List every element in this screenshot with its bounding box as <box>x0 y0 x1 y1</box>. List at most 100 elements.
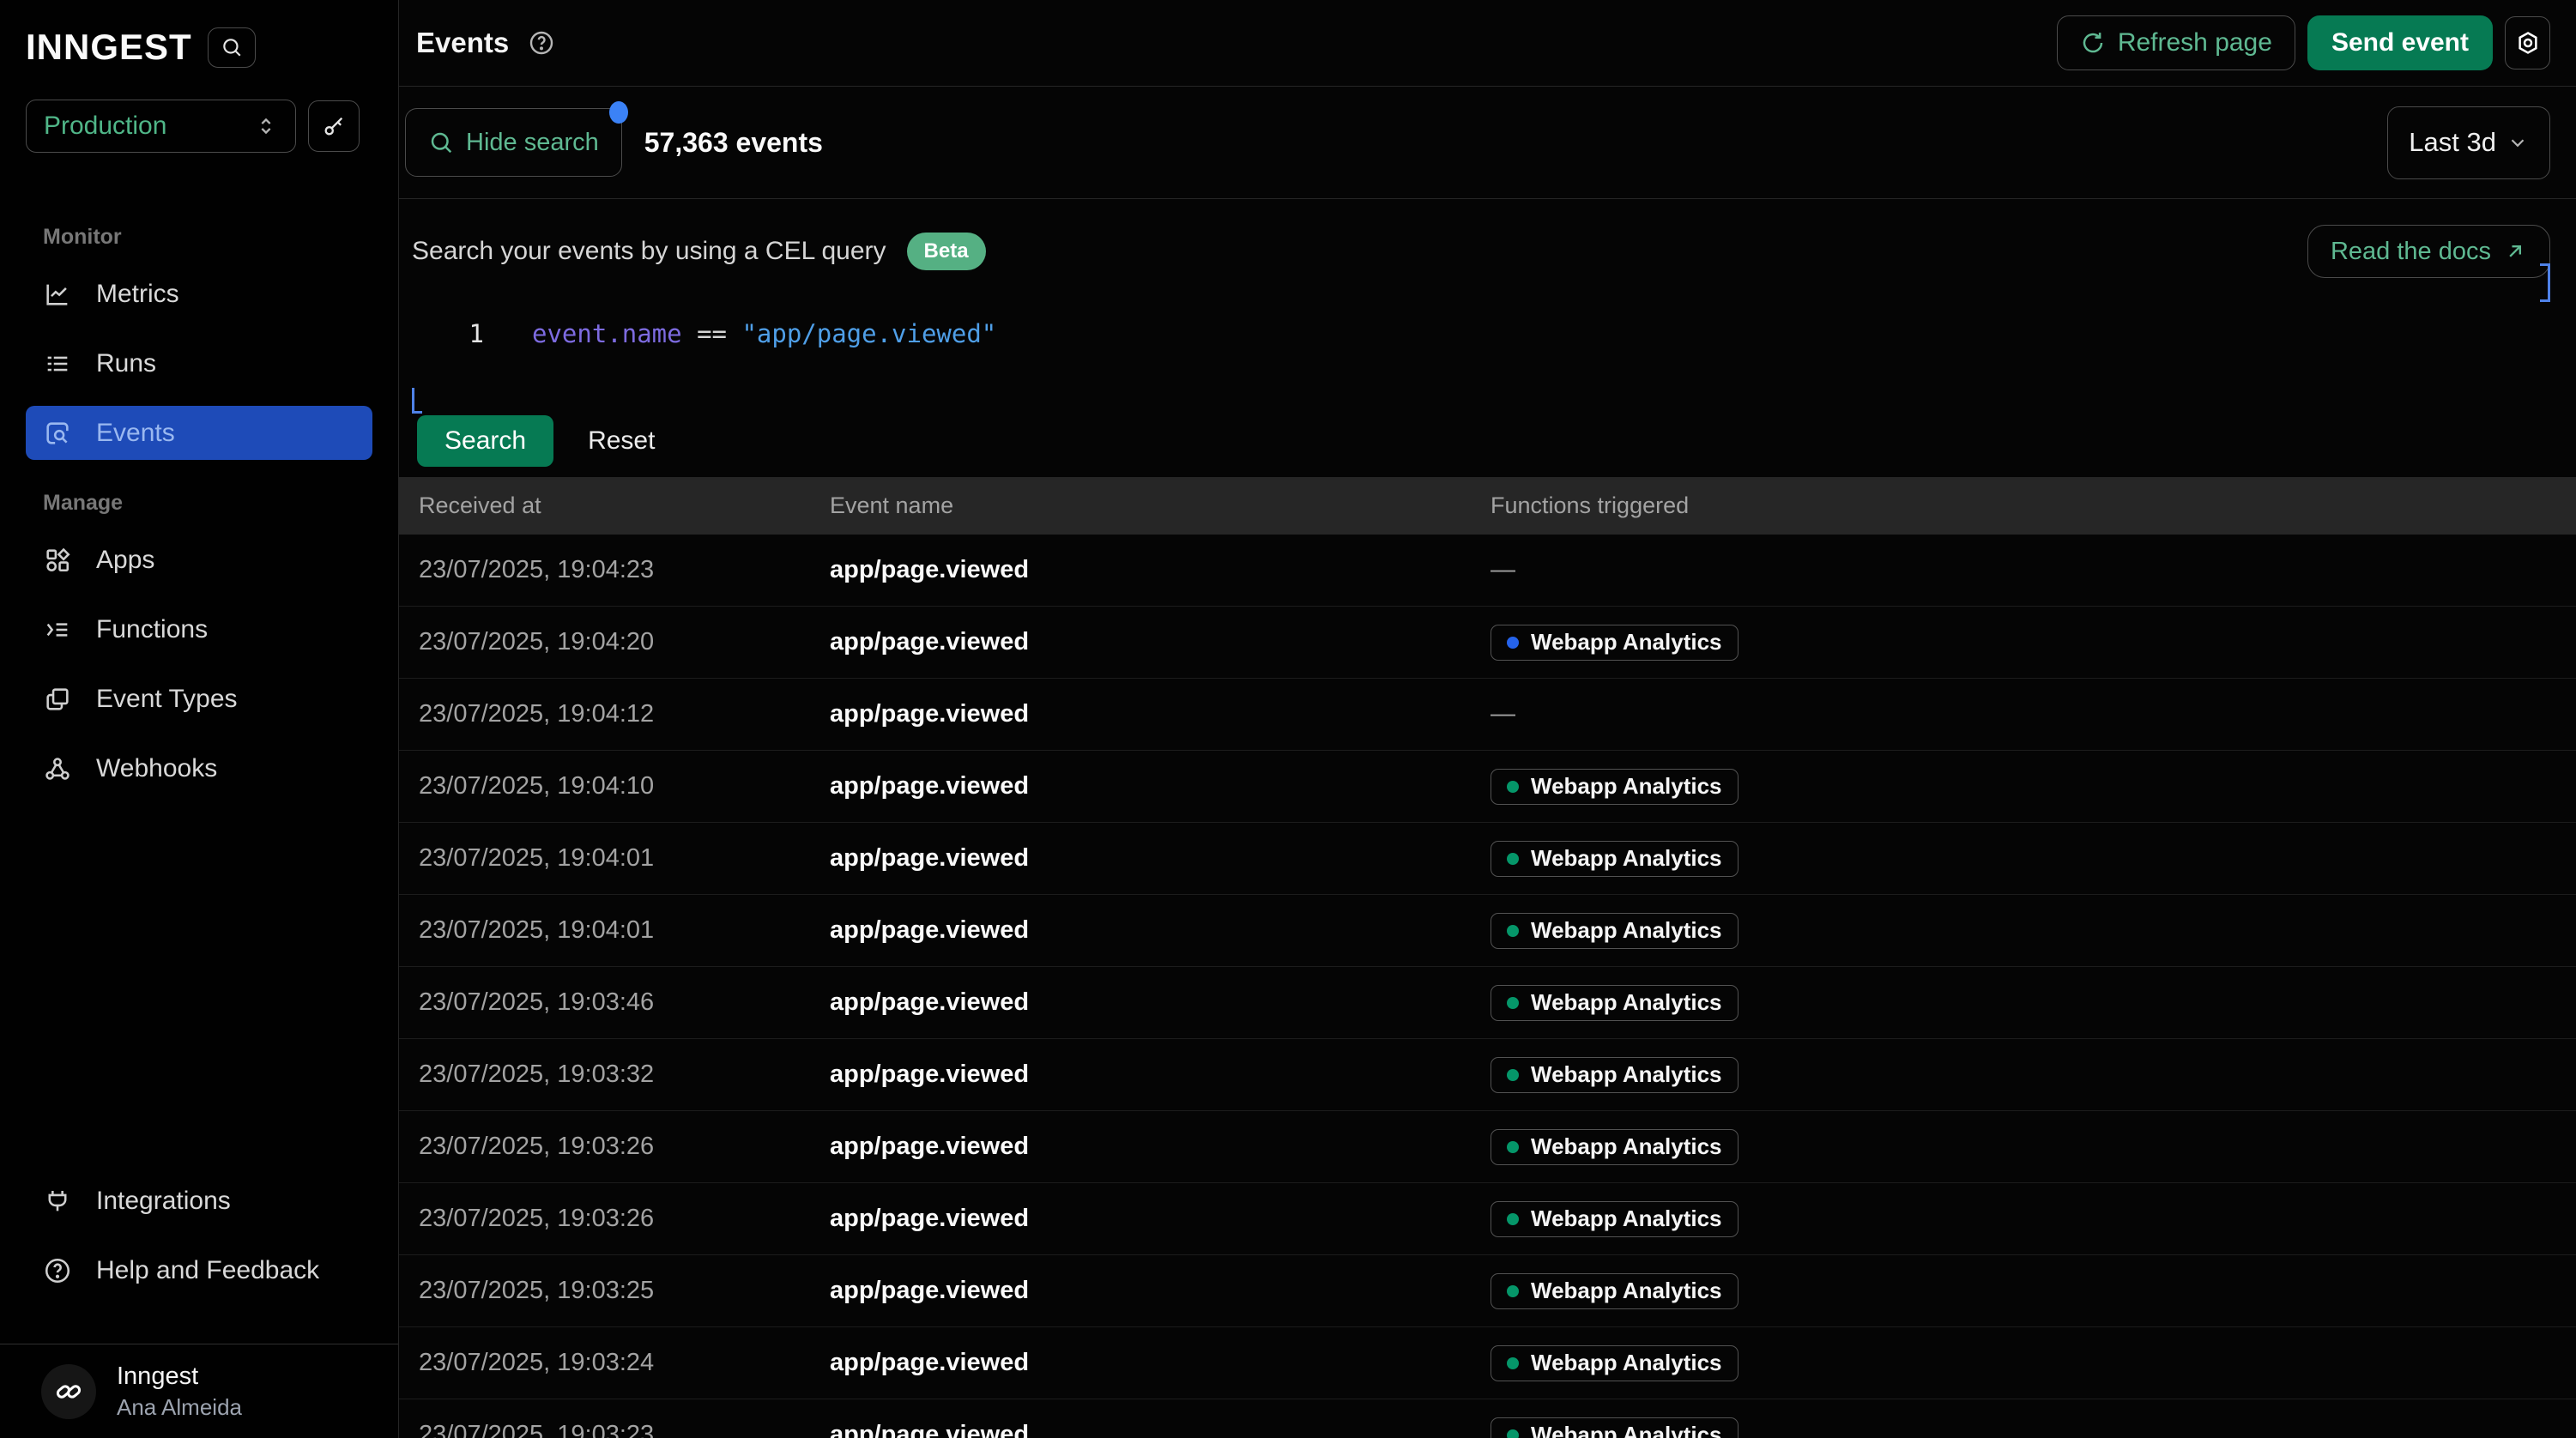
refresh-page-label: Refresh page <box>2118 28 2272 57</box>
table-row[interactable]: 23/07/2025, 19:04:23 app/page.viewed — <box>399 535 2576 607</box>
function-badge[interactable]: Webapp Analytics <box>1491 625 1738 661</box>
sidebar-item-help-feedback[interactable]: Help and Feedback <box>26 1243 372 1297</box>
sidebar-item-event-types[interactable]: Event Types <box>26 672 372 726</box>
function-badge[interactable]: Webapp Analytics <box>1491 1417 1738 1438</box>
row-event-name: app/page.viewed <box>830 628 1491 656</box>
table-row[interactable]: 23/07/2025, 19:03:46 app/page.viewed Web… <box>399 967 2576 1039</box>
sidebar-item-runs[interactable]: Runs <box>26 336 372 390</box>
row-event-name: app/page.viewed <box>830 556 1491 584</box>
sidebar-item-webhooks[interactable]: Webhooks <box>26 741 372 795</box>
user-org: Inngest <box>117 1362 242 1391</box>
function-badge[interactable]: Webapp Analytics <box>1491 913 1738 949</box>
sidebar-nav: Monitor Metrics Runs Events Manage <box>0 194 398 811</box>
function-badge[interactable]: Webapp Analytics <box>1491 1129 1738 1165</box>
code-property: event.name <box>532 319 682 348</box>
row-functions: Webapp Analytics <box>1491 769 2576 805</box>
event-types-icon <box>43 685 72 714</box>
hide-search-button[interactable]: Hide search <box>405 108 622 177</box>
environment-select[interactable]: Production <box>26 100 296 153</box>
row-event-name: app/page.viewed <box>830 916 1491 945</box>
sidebar-item-label: Functions <box>96 615 208 644</box>
sidebar-item-label: Apps <box>96 546 154 575</box>
api-keys-button[interactable] <box>308 100 360 152</box>
sidebar-item-label: Runs <box>96 349 156 378</box>
row-event-name: app/page.viewed <box>830 772 1491 801</box>
row-received-at: 23/07/2025, 19:04:20 <box>399 628 830 656</box>
refresh-page-button[interactable]: Refresh page <box>2057 15 2295 70</box>
table-row[interactable]: 23/07/2025, 19:04:01 app/page.viewed Web… <box>399 895 2576 967</box>
avatar <box>41 1364 96 1419</box>
function-status-dot <box>1507 1141 1519 1153</box>
time-range-select[interactable]: Last 3d <box>2387 106 2550 179</box>
table-row[interactable]: 23/07/2025, 19:04:20 app/page.viewed Web… <box>399 607 2576 679</box>
row-functions: — <box>1491 700 2576 728</box>
function-badge-label: Webapp Analytics <box>1531 917 1722 944</box>
table-row[interactable]: 23/07/2025, 19:03:23 app/page.viewed Web… <box>399 1399 2576 1438</box>
column-received-at: Received at <box>399 492 830 519</box>
row-functions: Webapp Analytics <box>1491 1273 2576 1309</box>
sidebar-item-apps[interactable]: Apps <box>26 533 372 587</box>
settings-button[interactable] <box>2505 16 2550 69</box>
sidebar-item-integrations[interactable]: Integrations <box>26 1174 372 1228</box>
code-operator: == <box>682 319 742 348</box>
function-badge[interactable]: Webapp Analytics <box>1491 769 1738 805</box>
function-badge-label: Webapp Analytics <box>1531 1133 1722 1160</box>
sidebar-item-events[interactable]: Events <box>26 406 372 460</box>
function-badge[interactable]: Webapp Analytics <box>1491 985 1738 1021</box>
table-row[interactable]: 23/07/2025, 19:03:26 app/page.viewed Web… <box>399 1183 2576 1255</box>
integrations-icon <box>43 1187 72 1216</box>
row-received-at: 23/07/2025, 19:03:46 <box>399 988 830 1017</box>
row-received-at: 23/07/2025, 19:03:26 <box>399 1133 830 1161</box>
function-status-dot <box>1507 1285 1519 1297</box>
editor-line-number: 1 <box>444 319 484 348</box>
row-event-name: app/page.viewed <box>830 988 1491 1017</box>
function-status-dot <box>1507 781 1519 793</box>
function-badge-label: Webapp Analytics <box>1531 773 1722 800</box>
function-badge[interactable]: Webapp Analytics <box>1491 841 1738 877</box>
events-icon <box>43 419 72 448</box>
table-row[interactable]: 23/07/2025, 19:03:26 app/page.viewed Web… <box>399 1111 2576 1183</box>
sidebar: INNGEST Production Monitor <box>0 0 399 1438</box>
sidebar-search-button[interactable] <box>208 27 256 68</box>
table-row[interactable]: 23/07/2025, 19:03:32 app/page.viewed Web… <box>399 1039 2576 1111</box>
table-row[interactable]: 23/07/2025, 19:04:10 app/page.viewed Web… <box>399 751 2576 823</box>
row-received-at: 23/07/2025, 19:04:01 <box>399 844 830 873</box>
table-row[interactable]: 23/07/2025, 19:04:12 app/page.viewed — <box>399 679 2576 751</box>
cel-panel-title: Search your events by using a CEL query <box>412 237 886 266</box>
search-icon <box>221 36 243 58</box>
row-received-at: 23/07/2025, 19:04:23 <box>399 556 830 584</box>
function-badge[interactable]: Webapp Analytics <box>1491 1201 1738 1237</box>
function-status-dot <box>1507 1069 1519 1081</box>
row-functions: Webapp Analytics <box>1491 1345 2576 1381</box>
row-received-at: 23/07/2025, 19:03:32 <box>399 1060 830 1089</box>
sidebar-item-metrics[interactable]: Metrics <box>26 267 372 321</box>
function-badge-label: Webapp Analytics <box>1531 1278 1722 1304</box>
function-badge[interactable]: Webapp Analytics <box>1491 1273 1738 1309</box>
row-functions: Webapp Analytics <box>1491 1201 2576 1237</box>
help-icon[interactable] <box>528 29 555 57</box>
sidebar-item-functions[interactable]: Functions <box>26 602 372 656</box>
table-row[interactable]: 23/07/2025, 19:03:25 app/page.viewed Web… <box>399 1255 2576 1327</box>
function-badge-label: Webapp Analytics <box>1531 1061 1722 1088</box>
sidebar-item-label: Metrics <box>96 280 179 309</box>
send-event-button[interactable]: Send event <box>2307 15 2493 70</box>
no-functions-marker: — <box>1491 556 1515 583</box>
beta-badge: Beta <box>907 233 986 270</box>
row-received-at: 23/07/2025, 19:03:26 <box>399 1205 830 1233</box>
table-row[interactable]: 23/07/2025, 19:03:24 app/page.viewed Web… <box>399 1327 2576 1399</box>
user-menu[interactable]: Inngest Ana Almeida <box>0 1344 398 1438</box>
function-badge[interactable]: Webapp Analytics <box>1491 1345 1738 1381</box>
row-received-at: 23/07/2025, 19:03:24 <box>399 1349 830 1377</box>
search-button[interactable]: Search <box>417 415 553 467</box>
inngest-logo: INNGEST <box>26 27 192 68</box>
row-functions: Webapp Analytics <box>1491 985 2576 1021</box>
cel-query-editor[interactable]: 1 event.name == "app/page.viewed" <box>412 319 2550 414</box>
function-badge[interactable]: Webapp Analytics <box>1491 1057 1738 1093</box>
refresh-icon <box>2080 30 2106 56</box>
row-event-name: app/page.viewed <box>830 1349 1491 1377</box>
app-root: INNGEST Production Monitor <box>0 0 2576 1438</box>
row-event-name: app/page.viewed <box>830 1205 1491 1233</box>
read-docs-button[interactable]: Read the docs <box>2307 225 2550 278</box>
table-row[interactable]: 23/07/2025, 19:04:01 app/page.viewed Web… <box>399 823 2576 895</box>
reset-button[interactable]: Reset <box>588 426 655 456</box>
